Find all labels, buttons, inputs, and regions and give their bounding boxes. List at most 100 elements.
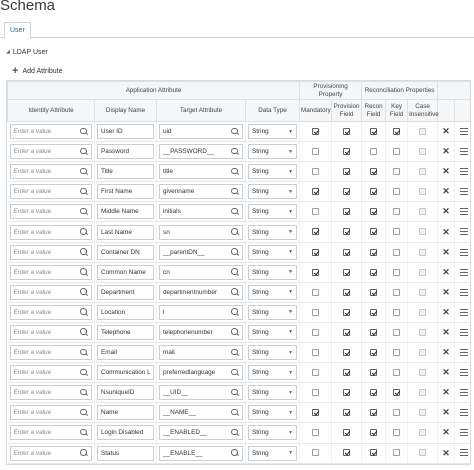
key-field-checkbox[interactable] xyxy=(393,228,401,236)
hamburger-menu-icon[interactable] xyxy=(459,328,468,336)
hamburger-menu-icon[interactable] xyxy=(459,449,468,457)
recon-field-checkbox[interactable] xyxy=(370,449,378,457)
identity-attribute-input[interactable]: Enter a value xyxy=(9,164,92,180)
search-icon[interactable] xyxy=(231,228,239,236)
target-attribute-input[interactable]: __NAME__ xyxy=(159,405,243,421)
data-type-select[interactable]: String ▼ xyxy=(248,184,298,200)
data-type-select[interactable]: String ▼ xyxy=(248,284,298,300)
key-field-checkbox[interactable] xyxy=(393,288,401,296)
target-attribute-input[interactable]: title xyxy=(159,164,243,180)
display-name-input[interactable]: First Name xyxy=(97,184,154,200)
mandatory-checkbox[interactable] xyxy=(312,188,320,196)
search-icon[interactable] xyxy=(231,308,239,316)
data-type-select[interactable]: String ▼ xyxy=(248,204,298,220)
data-type-select[interactable]: String ▼ xyxy=(248,164,298,180)
close-icon[interactable]: ✕ xyxy=(442,146,450,156)
display-name-input[interactable]: Department xyxy=(97,284,154,300)
search-icon[interactable] xyxy=(80,308,88,316)
mandatory-checkbox[interactable] xyxy=(312,228,320,236)
key-field-checkbox[interactable] xyxy=(393,248,401,256)
close-icon[interactable]: ✕ xyxy=(442,427,450,437)
mandatory-checkbox[interactable] xyxy=(312,449,320,457)
close-icon[interactable]: ✕ xyxy=(442,387,450,397)
identity-attribute-input[interactable]: Enter a value xyxy=(9,365,92,381)
provision-field-checkbox[interactable] xyxy=(343,268,351,276)
search-icon[interactable] xyxy=(231,408,239,417)
provision-field-checkbox[interactable] xyxy=(343,127,351,135)
search-icon[interactable] xyxy=(80,388,88,397)
target-attribute-input[interactable]: __UID__ xyxy=(159,385,243,401)
key-field-checkbox[interactable] xyxy=(393,429,401,437)
display-name-input[interactable]: Status xyxy=(97,445,154,461)
mandatory-checkbox[interactable] xyxy=(312,148,320,156)
provision-field-checkbox[interactable] xyxy=(343,389,351,397)
search-icon[interactable] xyxy=(231,288,239,296)
search-icon[interactable] xyxy=(231,348,239,357)
key-field-checkbox[interactable] xyxy=(393,268,401,276)
hamburger-menu-icon[interactable] xyxy=(459,208,468,216)
data-type-select[interactable]: String ▼ xyxy=(248,425,298,441)
search-icon[interactable] xyxy=(231,449,239,457)
mandatory-checkbox[interactable] xyxy=(312,348,320,356)
key-field-checkbox[interactable] xyxy=(393,208,401,216)
search-icon[interactable] xyxy=(231,388,239,397)
identity-attribute-input[interactable]: Enter a value xyxy=(9,385,92,401)
search-icon[interactable] xyxy=(80,428,88,437)
search-icon[interactable] xyxy=(231,207,239,216)
recon-field-checkbox[interactable] xyxy=(370,409,378,417)
display-name-input[interactable]: Email xyxy=(97,345,154,361)
recon-field-checkbox[interactable] xyxy=(370,228,378,236)
hamburger-menu-icon[interactable] xyxy=(459,228,468,236)
identity-attribute-input[interactable]: Enter a value xyxy=(9,405,92,421)
key-field-checkbox[interactable] xyxy=(393,127,401,135)
close-icon[interactable]: ✕ xyxy=(442,126,450,136)
case-insensitive-checkbox[interactable] xyxy=(419,148,427,156)
triangle-down-icon[interactable]: ◢ xyxy=(6,49,10,55)
search-icon[interactable] xyxy=(231,368,239,377)
close-icon[interactable]: ✕ xyxy=(442,227,450,237)
data-type-select[interactable]: String ▼ xyxy=(248,224,298,240)
identity-attribute-input[interactable]: Enter a value xyxy=(9,284,92,300)
close-icon[interactable]: ✕ xyxy=(442,307,450,317)
hamburger-menu-icon[interactable] xyxy=(459,188,468,196)
identity-attribute-input[interactable]: Enter a value xyxy=(9,304,92,320)
mandatory-checkbox[interactable] xyxy=(312,268,320,276)
close-icon[interactable]: ✕ xyxy=(442,166,450,176)
identity-attribute-input[interactable]: Enter a value xyxy=(9,184,92,200)
search-icon[interactable] xyxy=(80,248,88,256)
close-icon[interactable]: ✕ xyxy=(442,367,450,377)
search-icon[interactable] xyxy=(231,428,239,437)
key-field-checkbox[interactable] xyxy=(393,168,401,176)
target-attribute-input[interactable]: sn xyxy=(159,224,243,240)
case-insensitive-checkbox[interactable] xyxy=(419,208,427,216)
search-icon[interactable] xyxy=(80,207,88,216)
mandatory-checkbox[interactable] xyxy=(312,328,320,336)
mandatory-checkbox[interactable] xyxy=(312,409,320,417)
tab-user[interactable]: User xyxy=(4,22,31,39)
search-icon[interactable] xyxy=(231,328,239,336)
hamburger-menu-icon[interactable] xyxy=(459,168,468,176)
hamburger-menu-icon[interactable] xyxy=(459,248,468,256)
display-name-input[interactable]: Name xyxy=(97,405,154,421)
provision-field-checkbox[interactable] xyxy=(343,449,351,457)
key-field-checkbox[interactable] xyxy=(393,328,401,336)
target-attribute-input[interactable]: cn xyxy=(159,264,243,280)
identity-attribute-input[interactable]: Enter a value xyxy=(9,244,92,260)
hamburger-menu-icon[interactable] xyxy=(459,288,468,296)
hamburger-menu-icon[interactable] xyxy=(459,369,468,377)
case-insensitive-checkbox[interactable] xyxy=(419,268,427,276)
case-insensitive-checkbox[interactable] xyxy=(419,389,427,397)
provision-field-checkbox[interactable] xyxy=(343,369,351,377)
identity-attribute-input[interactable]: Enter a value xyxy=(9,144,92,160)
target-attribute-input[interactable]: givenname xyxy=(159,184,243,200)
section-header-ldap-user[interactable]: ◢ LDAP User xyxy=(6,47,48,57)
search-icon[interactable] xyxy=(80,449,88,457)
recon-field-checkbox[interactable] xyxy=(370,429,378,437)
close-icon[interactable]: ✕ xyxy=(442,347,450,357)
search-icon[interactable] xyxy=(80,328,88,336)
hamburger-menu-icon[interactable] xyxy=(459,348,468,356)
provision-field-checkbox[interactable] xyxy=(343,148,351,156)
data-type-select[interactable]: String ▼ xyxy=(248,144,298,160)
case-insensitive-checkbox[interactable] xyxy=(419,288,427,296)
target-attribute-input[interactable]: l xyxy=(159,304,243,320)
